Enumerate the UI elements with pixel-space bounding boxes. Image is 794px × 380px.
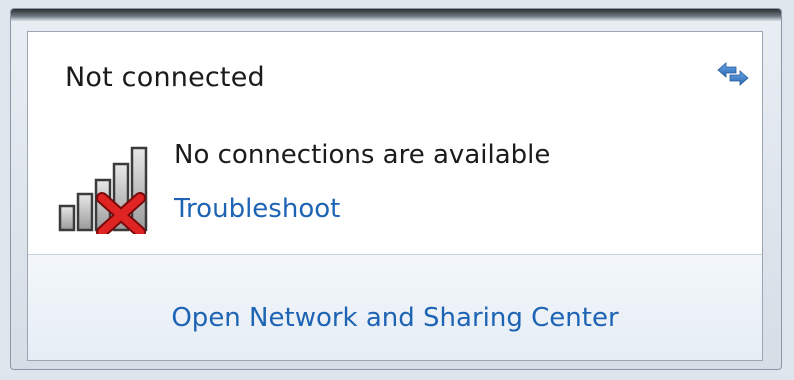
connection-status-area: Not connected No connections are availab… bbox=[28, 32, 762, 254]
window-frame-top bbox=[11, 9, 781, 21]
flyout-footer: Open Network and Sharing Center bbox=[28, 255, 762, 360]
refresh-button[interactable] bbox=[714, 58, 752, 92]
network-flyout-window: Not connected No connections are availab… bbox=[10, 8, 782, 370]
open-network-sharing-center-link[interactable]: Open Network and Sharing Center bbox=[28, 303, 762, 333]
refresh-icon bbox=[717, 62, 749, 86]
no-signal-icon bbox=[58, 142, 152, 238]
connection-status-title: Not connected bbox=[65, 62, 265, 93]
no-connections-message: No connections are available bbox=[174, 140, 551, 170]
network-flyout-panel: Not connected No connections are availab… bbox=[27, 31, 763, 361]
troubleshoot-link[interactable]: Troubleshoot bbox=[174, 194, 340, 224]
